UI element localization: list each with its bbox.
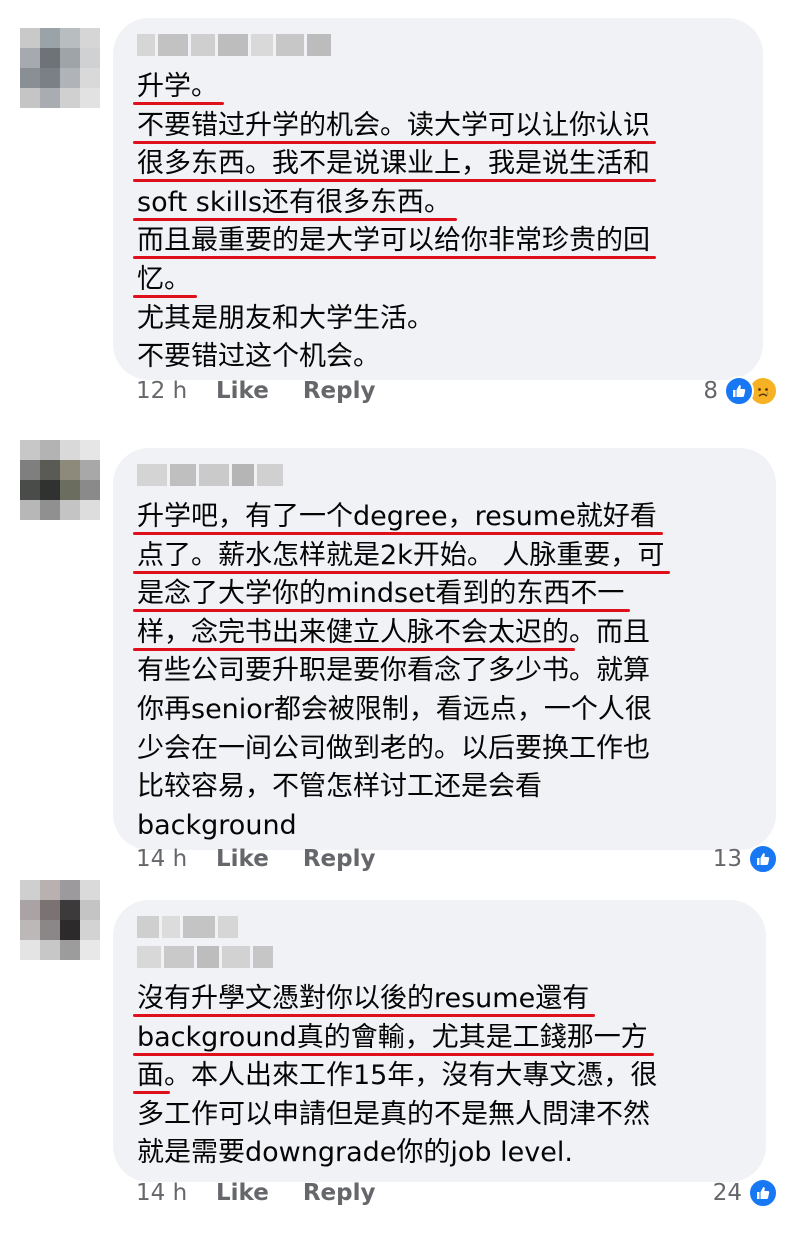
comment-bubble: 沒有升學文憑對你以後的resume還有 background真的會輸，尤其是工錢那… (113, 900, 766, 1182)
text: 少会在一间公司做到老的。以后要换工作也 (137, 732, 650, 764)
timestamp[interactable]: 14 h (136, 1180, 216, 1206)
author-name-blurred[interactable] (137, 464, 752, 488)
reaction-count: 8 (703, 378, 718, 404)
timestamp[interactable]: 14 h (136, 846, 216, 872)
comment-text-line: 面。本人出來工作15年，沒有大專文憑，很 (137, 1057, 742, 1096)
underlined-text: 升学吧，有了一个degree，resume就好看 (137, 501, 657, 532)
underlined-text: 点了。薪水怎样就是2k开始。 人脉重要，可 (137, 539, 665, 571)
reply-button[interactable]: Reply (303, 378, 376, 404)
text-tail: 。而且 (569, 616, 650, 648)
comment-text-line: background (137, 807, 752, 846)
comment-text-line: 升学吧，有了一个degree，resume就好看 (137, 498, 752, 537)
text: 你再senior都会被限制，看远点，一个人很 (137, 693, 652, 725)
like-button[interactable]: Like (216, 1180, 269, 1206)
underlined-text: background真的會輸，尤其是工錢那一方 (137, 1021, 648, 1053)
underlined-text: 很多东西。我不是说课业上，我是说生活和 (137, 148, 650, 180)
avatar[interactable] (20, 880, 100, 960)
text: 就是需要downgrade你的job level. (137, 1137, 573, 1169)
text: 尤其是朋友和大学生活。 (137, 302, 434, 334)
author-name-blurred-2 (137, 946, 742, 970)
comment-text-line: soft skills还有很多东西。 (137, 184, 739, 223)
comment-text-line: 点了。薪水怎样就是2k开始。 人脉重要，可 (137, 537, 752, 576)
comment-text-line: 多工作可以申請但是真的不是無人問津不然 (137, 1096, 742, 1135)
comment-text-line: 而且最重要的是大学可以给你非常珍贵的回 (137, 222, 739, 261)
comment-text-line: 就是需要downgrade你的job level. (137, 1134, 742, 1173)
comment-text-line: 升学。 (137, 68, 739, 107)
comment-text-line: background真的會輸，尤其是工錢那一方 (137, 1019, 742, 1058)
underlined-text: 忆。 (137, 263, 191, 295)
comment-text-line: 样，念完书出来健立人脉不会太迟的。而且 (137, 614, 752, 653)
reactions[interactable]: 13 (713, 844, 778, 874)
comment-text-line: 不要错过这个机会。 (137, 338, 739, 377)
like-icon (724, 376, 754, 406)
like-button[interactable]: Like (216, 378, 269, 404)
reply-button[interactable]: Reply (303, 846, 376, 872)
comment-actions: 14 h Like Reply (136, 1180, 409, 1206)
underlined-text: 面 (137, 1060, 164, 1092)
comment-text-line: 少会在一间公司做到老的。以后要换工作也 (137, 730, 752, 769)
underlined-text: 不要错过升学的机会。读大学可以让你认识 (137, 109, 650, 141)
text: 比较容易，不管怎样讨工还是会看 (137, 771, 542, 803)
comment-text-line: 很多东西。我不是说课业上，我是说生活和 (137, 145, 739, 184)
comment-text-line: 是念了大学你的mindset看到的东西不一 (137, 575, 752, 614)
underlined-text: soft skills还有很多东西。 (137, 186, 452, 218)
author-name-blurred[interactable] (137, 916, 742, 940)
comment-text-line: 忆。 (137, 261, 739, 300)
underlined-text: 是念了大学你的mindset看到的东西不一 (137, 578, 625, 610)
text: background (137, 809, 297, 841)
comment-bubble: 升学。不要错过升学的机会。读大学可以让你认识 很多东西。我不是说课业上，我是说生活… (113, 18, 763, 380)
reactions[interactable]: 24 (713, 1178, 778, 1208)
avatar[interactable] (20, 440, 100, 520)
underlined-text: 升学。 (137, 71, 218, 102)
text: 多工作可以申請但是真的不是無人問津不然 (137, 1098, 650, 1130)
comment-text-line: 比较容易，不管怎样讨工还是会看 (137, 768, 752, 807)
comment-bubble: 升学吧，有了一个degree，resume就好看 点了。薪水怎样就是2k开始。 人… (113, 448, 776, 850)
comment-actions: 12 h Like Reply (136, 378, 409, 404)
like-icon (748, 1178, 778, 1208)
reaction-count: 24 (712, 1180, 742, 1206)
comment-text-line: 有些公司要升职是要你看念了多少书。就算 (137, 652, 752, 691)
text: 有些公司要升职是要你看念了多少书。就算 (137, 655, 650, 687)
reactions[interactable]: 8 (703, 376, 778, 406)
comment-actions: 14 h Like Reply (136, 846, 409, 872)
comment-text-line: 沒有升學文憑對你以後的resume還有 (137, 980, 742, 1019)
reply-button[interactable]: Reply (303, 1180, 376, 1206)
reaction-count: 13 (712, 846, 742, 872)
avatar[interactable] (20, 28, 100, 108)
comment-text-line: 尤其是朋友和大学生活。 (137, 300, 739, 339)
underlined-text: 样，念完书出来健立人脉不会太迟的 (137, 616, 569, 648)
text: 不要错过这个机会。 (137, 341, 380, 373)
author-name-blurred[interactable] (137, 34, 739, 58)
comment-text-line: 不要错过升学的机会。读大学可以让你认识 (137, 107, 739, 146)
underlined-text: 沒有升學文憑對你以後的resume還有 (137, 983, 590, 1014)
text-tail: 。本人出來工作15年，沒有大專文憑，很 (164, 1060, 658, 1092)
underlined-text: 而且最重要的是大学可以给你非常珍贵的回 (137, 225, 650, 257)
comment-text-line: 你再senior都会被限制，看远点，一个人很 (137, 691, 752, 730)
like-icon (748, 844, 778, 874)
like-button[interactable]: Like (216, 846, 269, 872)
timestamp[interactable]: 12 h (136, 378, 216, 404)
